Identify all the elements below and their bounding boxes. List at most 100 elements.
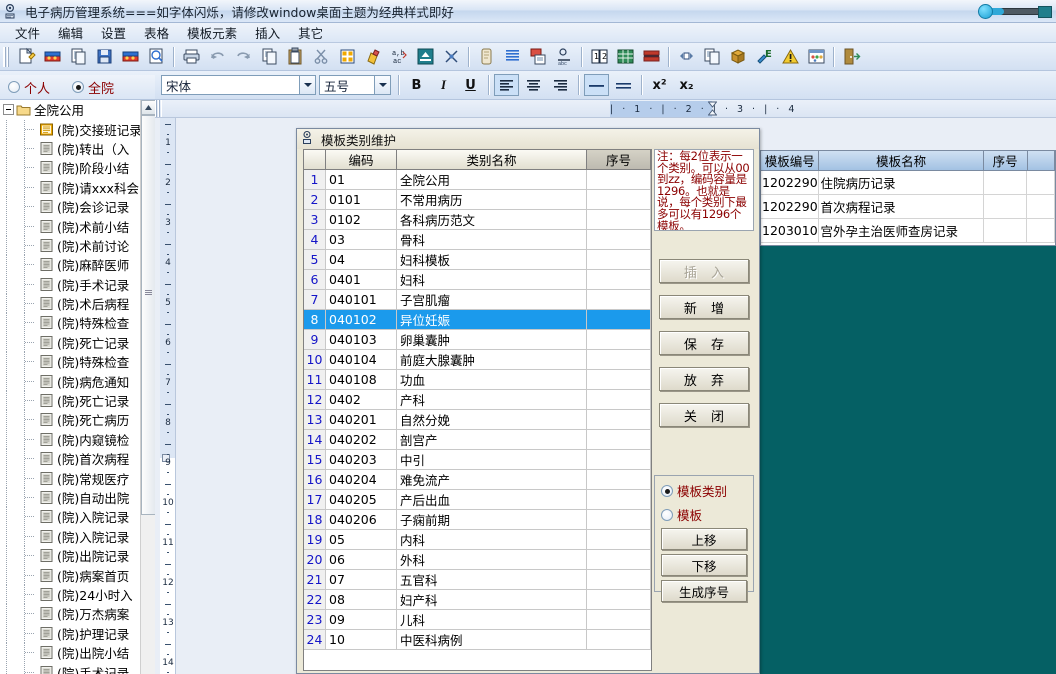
grid-row[interactable]: 15040203中引 [304,450,651,470]
grid-row[interactable]: 2107五官科 [304,570,651,590]
paste-icon[interactable] [283,45,307,69]
template-seq-cell[interactable] [984,171,1028,194]
grid-cell-rownum[interactable]: 3 [304,210,326,229]
grid-row[interactable]: 17040205产后出血 [304,490,651,510]
warning-icon[interactable] [778,45,802,69]
grid-col-rownum[interactable] [304,150,326,169]
tree-item[interactable]: (院)术前讨论 [0,236,140,255]
grid-cell-rownum[interactable]: 23 [304,610,326,629]
undo-icon[interactable] [205,45,229,69]
grid-cell-name[interactable]: 剖宫产 [397,430,587,449]
grid-cell-rownum[interactable]: 13 [304,410,326,429]
scroll-up-icon[interactable] [141,100,156,115]
tree-item[interactable]: (院)术后病程 [0,294,140,313]
grid-cell-name[interactable]: 卵巢囊肿 [397,330,587,349]
grid-cell-code[interactable]: 040103 [326,330,397,349]
grid-cell-seq[interactable] [587,470,651,489]
grid-cell-name[interactable]: 子痫前期 [397,510,587,529]
tree-item[interactable]: (院)请xxx科会 [0,178,140,197]
grid-cell-seq[interactable] [587,450,651,469]
tree-item[interactable]: (院)自动出院 [0,488,140,507]
grid-cell-rownum[interactable]: 7 [304,290,326,309]
grid-cell-rownum[interactable]: 17 [304,490,326,509]
grid-cell-rownum[interactable]: 4 [304,230,326,249]
grid-cell-name[interactable]: 骨科 [397,230,587,249]
grid-cell-code[interactable]: 01 [326,170,397,189]
grid-cell-code[interactable]: 04 [326,250,397,269]
spellcheck-icon[interactable]: a,bac [387,45,411,69]
grid-cell-code[interactable]: 040203 [326,450,397,469]
grid-cell-name[interactable]: 功血 [397,370,587,389]
grid-cell-name[interactable]: 五官科 [397,570,587,589]
template-name-cell[interactable]: 宫外孕主治医师查房记录 [819,219,983,242]
expand-collapse-icon[interactable] [3,104,14,115]
scroll-page-icon[interactable] [474,45,498,69]
category-grid[interactable]: 编码 类别名称 序号 101全院公用20101不常用病历30102各科病历范文4… [303,149,652,671]
grid-cell-code[interactable]: 0101 [326,190,397,209]
grid-cell-name[interactable]: 中引 [397,450,587,469]
tree-item[interactable]: (院)万杰病案 [0,604,140,623]
grid-cell-name[interactable]: 外科 [397,550,587,569]
menu-item-insert[interactable]: 插入 [246,21,289,44]
single-line-icon[interactable] [584,74,609,96]
grid-row[interactable]: 11040108功血 [304,370,651,390]
save-button[interactable]: 保 存 [659,331,749,355]
grid-cell-code[interactable]: 03 [326,230,397,249]
toolbar-grip[interactable] [3,47,10,67]
menu-item-edit[interactable]: 编辑 [49,21,92,44]
grid-cell-seq[interactable] [587,530,651,549]
tree-item[interactable]: (院)死亡病历 [0,410,140,429]
move-down-button[interactable]: 下移 [661,554,747,576]
grid-cell-rownum[interactable]: 11 [304,370,326,389]
cut-icon[interactable] [309,45,333,69]
grid-cell-seq[interactable] [587,250,651,269]
grid-cell-code[interactable]: 040108 [326,370,397,389]
list-lines-icon[interactable] [500,45,524,69]
package-icon[interactable] [726,45,750,69]
grid-cell-seq[interactable] [587,270,651,289]
tree-item[interactable]: (院)阶段小结 [0,158,140,177]
grid-cell-seq[interactable] [587,410,651,429]
template-extra-cell[interactable] [1027,171,1055,194]
ruler-grip[interactable] [155,100,162,118]
grid-cell-seq[interactable] [587,230,651,249]
grid-cell-code[interactable]: 10 [326,630,397,649]
grid-cell-rownum[interactable]: 12 [304,390,326,409]
grid-cell-seq[interactable] [587,430,651,449]
copy-page-icon[interactable] [700,45,724,69]
grid-cell-rownum[interactable]: 1 [304,170,326,189]
grid-cell-code[interactable]: 0401 [326,270,397,289]
grid-cell-code[interactable]: 06 [326,550,397,569]
ruler-indent-marker[interactable] [708,101,717,116]
stamp-icon[interactable] [413,45,437,69]
scissors-tool-icon[interactable] [439,45,463,69]
grid-cell-seq[interactable] [587,190,651,209]
grid-cell-rownum[interactable]: 9 [304,330,326,349]
chevron-down-icon[interactable] [299,76,315,94]
radio-template-indicator[interactable] [661,509,673,521]
grid-cell-seq[interactable] [587,210,651,229]
grid-col-seq[interactable]: 序号 [587,150,651,169]
grid-cell-name[interactable]: 儿科 [397,610,587,629]
tree-item[interactable]: (院)24小时入 [0,585,140,604]
import-template-icon[interactable] [118,45,142,69]
grid-cell-rownum[interactable]: 22 [304,590,326,609]
tree-item[interactable]: (院)病危通知 [0,371,140,390]
grid-cell-seq[interactable] [587,490,651,509]
grid-cell-code[interactable]: 040204 [326,470,397,489]
color-palette-icon[interactable] [804,45,828,69]
template-seq-cell[interactable] [984,195,1028,218]
template-seq-cell[interactable] [984,219,1028,242]
grid-row[interactable]: 14040202剖宫产 [304,430,651,450]
tree-item[interactable]: (院)死亡记录 [0,333,140,352]
double-line-icon[interactable] [611,74,636,96]
horizontal-ruler[interactable]: | · 1 · | · 2 · | · 3 · | · 4 [155,100,1056,118]
menu-item-other[interactable]: 其它 [289,21,332,44]
tree-item[interactable]: (院)首次病程 [0,449,140,468]
grid-cell-rownum[interactable]: 21 [304,570,326,589]
tree-scrollbar[interactable] [140,100,155,674]
grid-row[interactable]: 10040104前庭大腺囊肿 [304,350,651,370]
table-grid-icon[interactable] [335,45,359,69]
grid-cell-code[interactable]: 0102 [326,210,397,229]
move-up-button[interactable]: 上移 [661,528,747,550]
